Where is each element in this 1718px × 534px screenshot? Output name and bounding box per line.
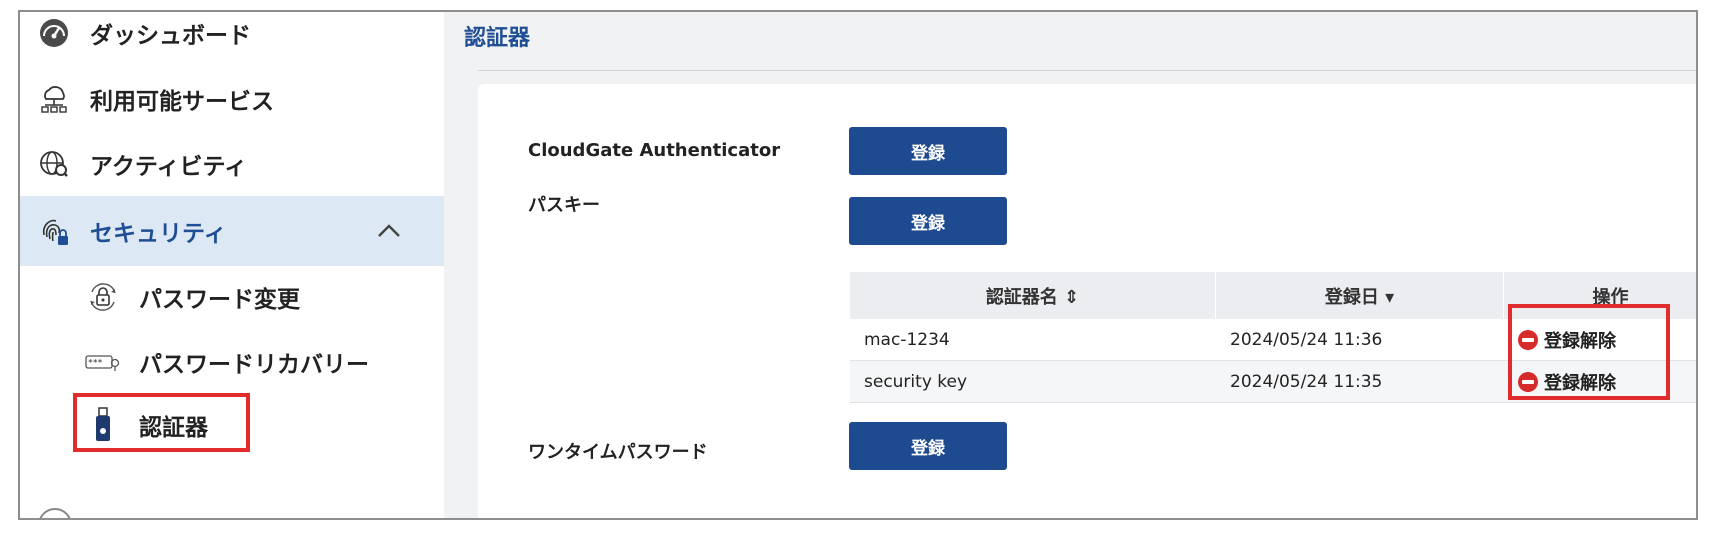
sidebar-item-label: アクティビティ <box>90 154 248 180</box>
table-header: 認証器名 ⇕ 登録日 ▾ 操作 <box>850 272 1696 319</box>
app-frame: ダッシュボード 利用可能サービス アクティビティ セキュリティ パスワード変更 … <box>18 10 1698 520</box>
password-key-icon: *** <box>85 344 121 380</box>
action-cell: 登録解除 <box>1504 361 1696 402</box>
sidebar-item-password-change[interactable]: パスワード変更 <box>20 262 444 332</box>
usb-key-icon <box>85 407 121 443</box>
authenticator-table: 認証器名 ⇕ 登録日 ▾ 操作 mac-1234 2024/05/24 11:3… <box>850 272 1696 403</box>
sidebar-item-authenticator[interactable]: 認証器 <box>20 390 444 460</box>
sidebar-item-password-recovery[interactable]: *** パスワードリカバリー <box>20 327 444 397</box>
actions-header: 操作 <box>1504 272 1696 319</box>
sidebar-item-label: セキュリティ <box>90 221 227 247</box>
minus-circle-icon <box>1518 329 1538 350</box>
minus-circle-icon <box>1518 371 1538 392</box>
cloudgate-label: CloudGate Authenticator <box>528 140 781 161</box>
sidebar-item-activity[interactable]: アクティビティ <box>20 129 444 199</box>
table-row: mac-1234 2024/05/24 11:36 登録解除 <box>850 319 1696 361</box>
otp-label: ワンタイムパスワード <box>528 442 708 463</box>
sidebar-item-label: 認証器 <box>139 415 208 441</box>
registered-date: 2024/05/24 11:35 <box>1230 371 1383 392</box>
sidebar-item-label: パスワード変更 <box>139 287 300 313</box>
sort-by-name-header[interactable]: 認証器名 ⇕ <box>850 272 1216 319</box>
sort-by-date-header[interactable]: 登録日 ▾ <box>1216 272 1504 319</box>
passkey-label: パスキー <box>528 195 600 216</box>
register-cloudgate-button[interactable]: 登録 <box>849 127 1007 175</box>
sidebar-item-label: パスワードリカバリー <box>139 352 369 378</box>
sidebar-item-services[interactable]: 利用可能サービス <box>20 64 444 134</box>
next-item-icon <box>38 508 72 518</box>
authenticator-name: mac-1234 <box>864 329 950 350</box>
unregister-button[interactable]: 登録解除 <box>1518 369 1616 395</box>
sidebar-item-label: 利用可能サービス <box>90 89 274 115</box>
authenticators-card: CloudGate Authenticator 登録 パスキー 登録 認証器名 … <box>478 84 1696 518</box>
sidebar-item-label: ダッシュボード <box>90 23 251 49</box>
svg-text:***: *** <box>88 358 103 367</box>
registered-date: 2024/05/24 11:36 <box>1230 329 1383 350</box>
divider <box>478 70 1696 71</box>
register-otp-button[interactable]: 登録 <box>849 422 1007 470</box>
table-row: security key 2024/05/24 11:35 登録解除 <box>850 361 1696 403</box>
globe-search-icon <box>36 146 72 182</box>
sidebar-item-dashboard[interactable]: ダッシュボード <box>20 12 444 68</box>
main-content: 認証器 CloudGate Authenticator 登録 パスキー 登録 認… <box>444 12 1696 518</box>
dashboard-icon <box>36 15 72 51</box>
authenticator-name: security key <box>864 371 968 392</box>
cloud-network-icon <box>36 81 72 117</box>
sidebar: ダッシュボード 利用可能サービス アクティビティ セキュリティ パスワード変更 … <box>20 12 444 518</box>
chevron-up-icon[interactable] <box>376 218 402 244</box>
unregister-label: 登録解除 <box>1544 330 1616 352</box>
sidebar-item-security[interactable]: セキュリティ <box>20 196 444 266</box>
register-passkey-button[interactable]: 登録 <box>849 197 1007 245</box>
lock-refresh-icon <box>85 279 121 315</box>
page-title: 認証器 <box>464 26 531 51</box>
action-cell: 登録解除 <box>1504 319 1696 360</box>
unregister-label: 登録解除 <box>1544 372 1616 394</box>
unregister-button[interactable]: 登録解除 <box>1518 327 1616 353</box>
fingerprint-lock-icon <box>36 213 72 249</box>
